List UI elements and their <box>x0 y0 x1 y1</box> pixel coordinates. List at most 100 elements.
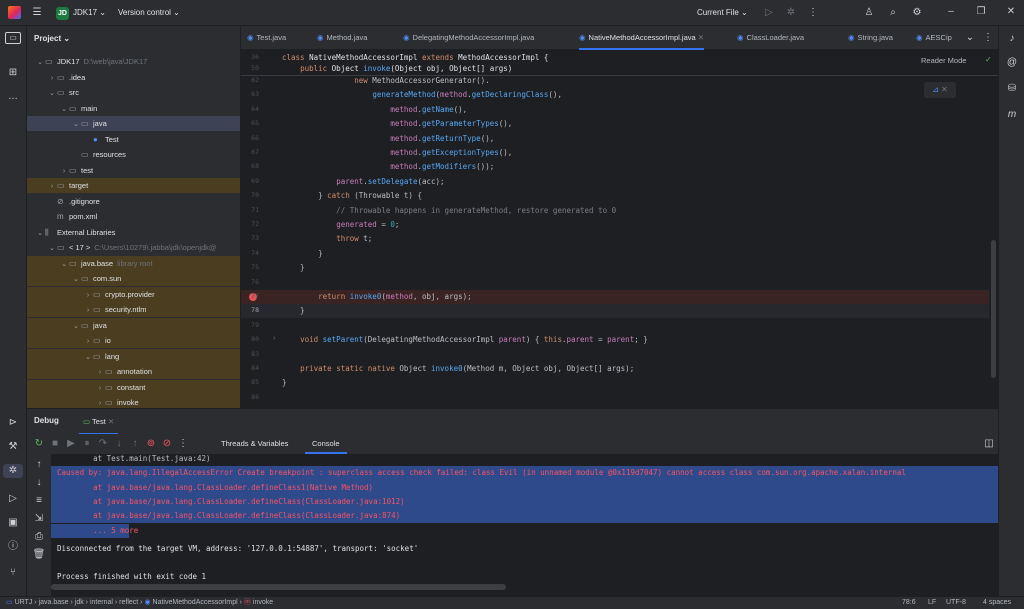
scroll-to-end-icon[interactable]: ⇲ <box>32 512 46 526</box>
chevron-right-icon[interactable]: › <box>95 381 105 395</box>
tab-nativemethodaccessorimpl-java[interactable]: ◉ NativeMethodAccessorImpl.java ✕ <box>579 26 705 50</box>
breadcrumb-item[interactable]: jdk <box>75 599 84 606</box>
chevron-right-icon[interactable]: › <box>95 365 105 379</box>
build-hammer-icon[interactable]: ⚒ <box>5 440 21 454</box>
tree-item-main[interactable]: ⌄ ▭ main <box>27 101 240 116</box>
tree-item-pom-xml[interactable]: m pom.xml <box>27 209 240 224</box>
scroll-up-icon[interactable]: ↑ <box>32 458 46 472</box>
run-icon[interactable]: ▷ <box>762 6 776 20</box>
debug-session-tab[interactable]: ▭ Test ✕ <box>79 409 119 435</box>
editor-scrollbar[interactable] <box>991 240 996 378</box>
tab-classloader-java[interactable]: ◉ ClassLoader.java <box>737 26 804 50</box>
scroll-down-icon[interactable]: ↓ <box>32 476 46 490</box>
chevron-down-icon[interactable]: ⌄ <box>71 272 81 286</box>
soft-wrap-icon[interactable]: ≡ <box>32 494 46 508</box>
indent-setting[interactable]: 4 spaces <box>983 597 1011 609</box>
reader-mode-toggle[interactable]: Reader Mode <box>921 56 966 65</box>
debug-tool-icon[interactable]: ✲ <box>3 464 23 478</box>
threads-variables-tab[interactable]: Threads & Variables <box>221 439 288 448</box>
step-out-icon[interactable]: ↑ <box>129 437 141 451</box>
notifications-bell-icon[interactable]: ♪ <box>1004 32 1020 46</box>
breadcrumb-item[interactable]: java.base <box>39 599 69 606</box>
tree-item-lang[interactable]: ⌄ ▭ lang <box>27 348 240 364</box>
tab-delegatingmethodaccessorimpl-java[interactable]: ◉ DelegatingMethodAccessorImpl.java <box>403 26 534 50</box>
tree-item-test[interactable]: ● Test <box>27 132 240 147</box>
chevron-down-icon[interactable]: ⌄ <box>47 241 57 255</box>
vcs-menu[interactable]: Version control ⌄ <box>118 6 180 20</box>
more-options-icon[interactable]: ⋮ <box>177 437 189 451</box>
console-output[interactable]: at Test.main(Test.java:42) Caused by: jav… <box>51 454 998 596</box>
problems-icon[interactable]: ⓘ <box>5 540 21 554</box>
tree-item-com-sun[interactable]: ⌄ ▭ com.sun <box>27 271 240 286</box>
close-window-icon[interactable]: ✕ <box>1004 5 1018 19</box>
console-tab[interactable]: Console <box>305 434 347 454</box>
tree-item-annotation[interactable]: › ▭ annotation <box>27 364 240 379</box>
chevron-right-icon[interactable]: › <box>59 164 69 178</box>
tree-item-target[interactable]: › ▭ target <box>27 178 240 193</box>
tree-item-jdk17[interactable]: ⌄ ▭ JDK17 D:\web\java\JDK17 <box>27 54 240 69</box>
chevron-right-icon[interactable]: › <box>83 303 93 317</box>
chevron-right-icon[interactable]: › <box>83 288 93 302</box>
debug-icon[interactable]: ✲ <box>784 6 798 20</box>
step-into-icon[interactable]: ↓ <box>113 437 125 451</box>
chevron-right-icon[interactable]: › <box>83 334 93 348</box>
chevron-down-icon[interactable]: ⌄ <box>71 319 81 333</box>
run-config-selector[interactable]: Current File ⌄ <box>697 6 748 20</box>
resume-icon[interactable]: ▶ <box>65 437 77 451</box>
close-session-icon[interactable]: ✕ <box>108 417 114 426</box>
tree-item-constant[interactable]: › ▭ constant <box>27 379 240 395</box>
code-editor[interactable]: 36 class NativeMethodAccessorImpl extends… <box>241 50 998 408</box>
line-separator[interactable]: LF <box>928 597 936 609</box>
terminal-icon[interactable]: ▣ <box>5 516 21 530</box>
stop-icon[interactable]: ■ <box>49 437 61 451</box>
more-tools-icon[interactable]: … <box>5 90 21 104</box>
settings-gear-icon[interactable]: ⚙ <box>910 6 924 20</box>
chevron-down-icon[interactable]: ⌄ <box>35 55 45 69</box>
tree-item-src[interactable]: ⌄ ▭ src <box>27 85 240 100</box>
pause-icon[interactable]: ⏸ <box>81 437 93 451</box>
project-panel-title[interactable]: Project ⌄ <box>34 34 70 43</box>
add-user-icon[interactable]: ♙ <box>862 6 876 20</box>
git-icon[interactable]: ⑂ <box>5 566 21 580</box>
main-menu-icon[interactable]: ☰ <box>30 6 44 20</box>
tab-method-java[interactable]: ◉ Method.java <box>317 26 367 50</box>
project-tool-icon[interactable]: ▭ <box>5 32 21 44</box>
project-selector[interactable]: JD JDK17 ⌄ <box>56 6 106 20</box>
database-icon[interactable]: ⛁ <box>1004 82 1020 96</box>
breadcrumb-item[interactable]: NativeMethodAccessorImpl <box>153 599 238 606</box>
tree-item-java[interactable]: ⌄ ▭ java <box>27 317 240 333</box>
close-popup-icon[interactable]: ✕ <box>941 85 948 94</box>
close-tab-icon[interactable]: ✕ <box>696 33 704 42</box>
inlay-hints-icon[interactable]: ⊿ <box>932 85 939 94</box>
inlay-toggle-popup[interactable]: ⊿ ✕ <box>924 82 956 98</box>
mute-breakpoints-icon[interactable]: ⊘ <box>161 437 173 451</box>
breadcrumb-item[interactable]: internal <box>90 599 113 606</box>
more-actions-icon[interactable]: ⋮ <box>806 6 820 20</box>
view-breakpoints-icon[interactable]: ⊚ <box>145 437 157 451</box>
services-icon[interactable]: ⊳ <box>5 416 21 430</box>
tree-item-test[interactable]: › ▭ test <box>27 163 240 178</box>
console-hscrollbar[interactable] <box>51 584 506 590</box>
tree-item-java[interactable]: ⌄ ▭ java <box>27 116 240 131</box>
chevron-down-icon[interactable]: ⌄ <box>35 226 45 240</box>
cursor-position[interactable]: 78:6 <box>902 597 916 609</box>
breadcrumb-item[interactable]: URTJ <box>15 599 33 606</box>
minimize-icon[interactable]: – <box>944 5 958 19</box>
breadcrumb-item[interactable]: reflect <box>119 599 138 606</box>
chevron-right-icon[interactable]: › <box>47 179 57 193</box>
rerun-icon[interactable]: ↻ <box>33 437 45 451</box>
tab-test-java[interactable]: ◉ Test.java <box>247 26 286 50</box>
layout-settings-icon[interactable]: ◫ <box>983 437 995 451</box>
tree-item--17-[interactable]: ⌄ ▭ < 17 > C:\Users\10279\.jabba\jdk\openjd… <box>27 240 240 255</box>
fold-toggle-icon[interactable]: › <box>273 335 275 342</box>
clear-console-icon[interactable]: 🗑 <box>32 548 46 562</box>
structure-tool-icon[interactable]: ⊞ <box>5 66 21 80</box>
tab-aescip[interactable]: ◉ AESCip <box>916 26 952 50</box>
step-over-icon[interactable]: ↷ <box>97 437 109 451</box>
tree-item-java-base[interactable]: ⌄ ▭ java.base library root <box>27 255 240 271</box>
tabs-more-icon[interactable]: ⋮ <box>981 31 995 45</box>
file-encoding[interactable]: UTF-8 <box>946 597 966 609</box>
maven-icon[interactable]: m <box>1004 108 1020 122</box>
chevron-down-icon[interactable]: ⌄ <box>83 350 93 364</box>
tree-item-crypto-provider[interactable]: › ▭ crypto.provider <box>27 286 240 302</box>
